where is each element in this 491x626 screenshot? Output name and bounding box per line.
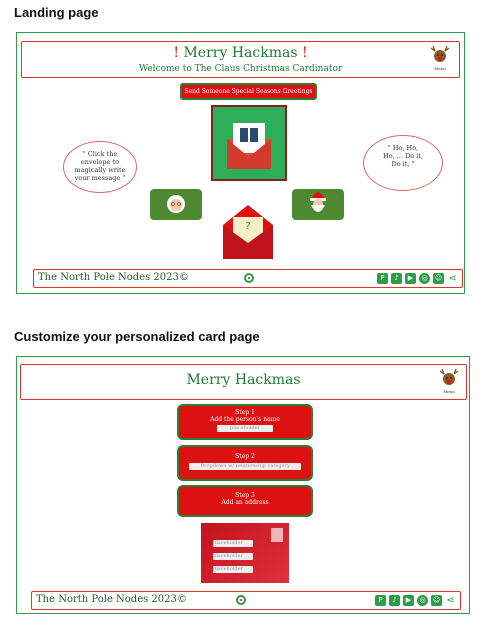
address-line-2[interactable]: placeholder xyxy=(213,553,253,560)
customize-banner: Merry Hackmas Menu xyxy=(20,364,467,400)
instagram-icon[interactable]: ◎ xyxy=(417,595,428,606)
tiktok-icon[interactable]: ♪ xyxy=(389,595,400,606)
customize-page-frame: Merry Hackmas Menu Step 1 Add the person… xyxy=(16,356,470,614)
step1-text: Add the person's name xyxy=(210,416,280,423)
banner-title: Merry Hackmas xyxy=(186,372,301,388)
address-envelope: placeholder placeholder placeholder xyxy=(201,523,289,583)
mrs-claus-avatar xyxy=(150,189,202,220)
youtube-icon[interactable]: ▶ xyxy=(403,595,414,606)
step2-title: Step 2 xyxy=(235,453,255,460)
step1-card: Step 1 Add the person's name placeholder xyxy=(177,404,313,440)
question-envelope[interactable]: ? xyxy=(223,203,273,259)
banner-title: Merry Hackmas xyxy=(183,45,298,61)
step3-text: Add an address xyxy=(221,499,269,506)
gift-envelope-panel[interactable] xyxy=(211,105,287,181)
step1-title: Step 1 xyxy=(235,409,255,416)
address-line-1[interactable]: placeholder xyxy=(213,540,253,547)
step3-title: Step 3 xyxy=(235,492,255,499)
landing-page-frame: ! Merry Hackmas ! Welcome to The Claus C… xyxy=(16,32,465,294)
menu-button[interactable]: Menu xyxy=(429,44,451,71)
share-icon[interactable]: ⋖ xyxy=(445,595,456,606)
social-links: P ♪ ▶ ◎ ☺ ⋖ xyxy=(375,595,456,606)
wreath-icon xyxy=(244,273,254,283)
pinterest-icon[interactable]: P xyxy=(377,273,388,284)
landing-footer: The North Pole Nodes 2023© P ♪ ▶ ◎ ☺ ⋖ xyxy=(33,269,463,288)
santa-avatar xyxy=(292,189,344,220)
step3-card: Step 3 Add an address xyxy=(177,485,313,517)
speech-bubble-left: " Click the envelope to magically write … xyxy=(63,141,137,193)
stamp xyxy=(271,528,283,542)
social-links: P ♪ ▶ ◎ ☺ ⋖ xyxy=(377,273,458,284)
snapchat-icon[interactable]: ☺ xyxy=(433,273,444,284)
landing-banner: ! Merry Hackmas ! Welcome to The Claus C… xyxy=(21,41,460,78)
instagram-icon[interactable]: ◎ xyxy=(419,273,430,284)
title-bang: ! xyxy=(301,45,308,61)
relationship-dropdown[interactable]: Dropdown w/ relationship category xyxy=(189,463,301,470)
bubble-left-text: " Click the envelope to magically write … xyxy=(74,150,126,182)
banner-subtitle: Welcome to The Claus Christmas Cardinato… xyxy=(138,64,343,74)
envelope-question-mark: ? xyxy=(245,221,251,232)
footer-text: The North Pole Nodes 2023© xyxy=(38,272,189,283)
send-greetings-button[interactable]: Send Someone Special Seasons Greetings xyxy=(180,83,317,100)
tiktok-icon[interactable]: ♪ xyxy=(391,273,402,284)
address-line-3[interactable]: placeholder xyxy=(213,566,253,573)
santa-icon xyxy=(310,191,326,212)
envelope-gift-icon xyxy=(227,123,271,169)
youtube-icon[interactable]: ▶ xyxy=(405,273,416,284)
bubble-right-text: " Ho, Ho, Ho, ... Do it, Do it. " xyxy=(383,144,423,168)
name-input[interactable]: placeholder xyxy=(217,425,273,432)
banner-title-line: ! Merry Hackmas ! xyxy=(22,45,459,61)
share-icon[interactable]: ⋖ xyxy=(447,273,458,284)
snapchat-icon[interactable]: ☺ xyxy=(431,595,442,606)
wreath-icon xyxy=(236,595,246,605)
footer-text: The North Pole Nodes 2023© xyxy=(36,594,187,605)
mrs-claus-icon xyxy=(167,195,185,213)
customize-heading: Customize your personalized card page xyxy=(14,329,260,344)
landing-heading: Landing page xyxy=(14,5,99,20)
pinterest-icon[interactable]: P xyxy=(375,595,386,606)
menu-button[interactable]: Menu xyxy=(438,367,460,394)
title-bang: ! xyxy=(173,45,180,61)
speech-bubble-right: " Ho, Ho, Ho, ... Do it, Do it. " xyxy=(363,135,443,191)
customize-footer: The North Pole Nodes 2023© P ♪ ▶ ◎ ☺ ⋖ xyxy=(31,591,461,610)
menu-label: Menu xyxy=(434,66,446,71)
step2-card: Step 2 Dropdown w/ relationship category xyxy=(177,445,313,481)
menu-label: Menu xyxy=(443,389,455,394)
